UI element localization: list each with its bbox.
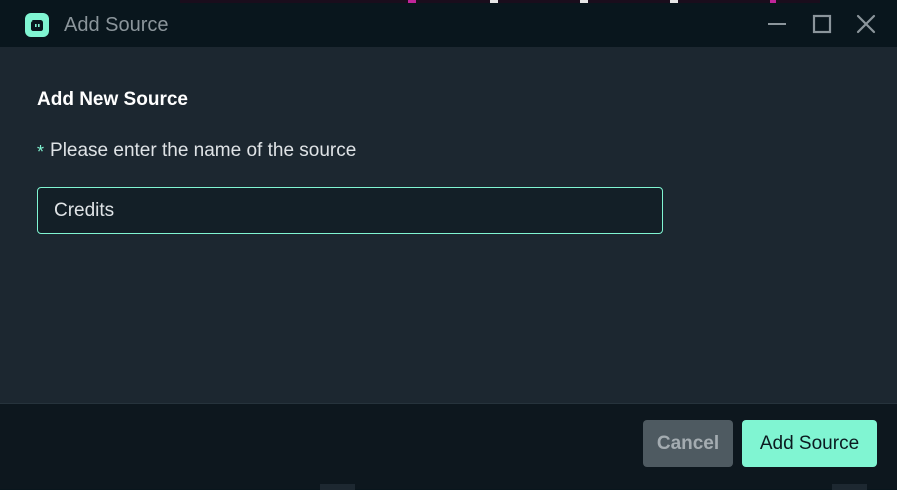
title-bar[interactable]: Add Source bbox=[0, 0, 897, 47]
minimize-icon bbox=[768, 23, 786, 25]
close-button[interactable] bbox=[851, 9, 881, 39]
add-source-dialog: Add Source Add New Source * Please enter… bbox=[0, 0, 897, 490]
app-logo-icon bbox=[25, 13, 49, 37]
dialog-content: Add New Source * Please enter the name o… bbox=[0, 47, 897, 403]
maximize-icon bbox=[812, 14, 832, 34]
maximize-button[interactable] bbox=[807, 9, 837, 39]
dialog-footer: Cancel Add Source bbox=[0, 403, 897, 490]
required-asterisk: * bbox=[37, 142, 45, 162]
close-icon bbox=[856, 14, 876, 34]
source-name-label: * Please enter the name of the source bbox=[37, 139, 356, 163]
dialog-heading: Add New Source bbox=[37, 89, 188, 110]
source-name-input[interactable] bbox=[37, 187, 663, 234]
source-name-label-text: Please enter the name of the source bbox=[50, 140, 357, 161]
add-source-button[interactable]: Add Source bbox=[742, 420, 877, 467]
background-notch bbox=[832, 484, 867, 490]
cancel-button[interactable]: Cancel bbox=[643, 420, 733, 467]
background-notch bbox=[320, 484, 355, 490]
window-title: Add Source bbox=[64, 14, 169, 36]
background-strip bbox=[180, 0, 820, 3]
minimize-button[interactable] bbox=[762, 9, 792, 39]
